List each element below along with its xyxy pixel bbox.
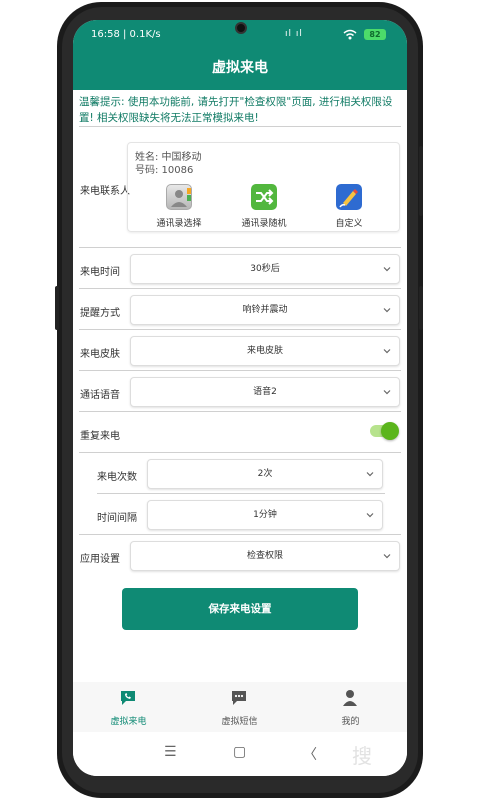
interval-select[interactable]: 1分钟 bbox=[147, 500, 383, 530]
chevron-down-icon bbox=[383, 267, 391, 272]
repeat-count-label: 来电次数 bbox=[97, 472, 137, 483]
contact-number: 号码: 10086 bbox=[135, 165, 194, 176]
front-camera bbox=[235, 22, 247, 34]
repeat-count-value: 2次 bbox=[257, 469, 273, 479]
contacts-select-label: 通讯录选择 bbox=[156, 219, 202, 229]
interval-value: 1分钟 bbox=[253, 510, 277, 520]
app-settings-label: 应用设置 bbox=[80, 554, 120, 565]
edit-pen-icon bbox=[336, 184, 362, 210]
app-settings-value: 检查权限 bbox=[246, 551, 283, 561]
nav-mine[interactable]: 我的 bbox=[295, 682, 406, 732]
notice-text: 温馨提示: 使用本功能前, 请先打开"检查权限"页面, 进行相关权限设置! 相关… bbox=[79, 96, 393, 124]
voice-label: 通话语音 bbox=[80, 390, 120, 401]
skin-select[interactable]: 来电皮肤 bbox=[130, 336, 400, 366]
divider bbox=[79, 329, 401, 330]
chevron-down-icon bbox=[383, 349, 391, 354]
divider bbox=[79, 411, 401, 412]
divider bbox=[79, 370, 401, 371]
side-button-left bbox=[55, 286, 59, 330]
toggle-knob bbox=[381, 422, 399, 440]
person-icon bbox=[343, 690, 357, 706]
chevron-down-icon bbox=[383, 390, 391, 395]
call-time-label: 来电时间 bbox=[80, 267, 120, 278]
voice-select[interactable]: 语音2 bbox=[130, 377, 400, 407]
nav-label: 我的 bbox=[341, 717, 360, 727]
custom-contact-label: 自定义 bbox=[335, 219, 363, 229]
home-icon[interactable]: ▢ bbox=[233, 744, 246, 760]
status-bar: 16:58 | 0.1K/s ıl ıl 82 bbox=[73, 20, 407, 50]
divider bbox=[79, 247, 401, 248]
signal-icon: ıl ıl bbox=[285, 29, 303, 39]
alert-mode-select[interactable]: 响铃并震动 bbox=[130, 295, 400, 325]
divider bbox=[79, 452, 401, 453]
repeat-call-label: 重复来电 bbox=[80, 431, 120, 442]
menu-icon[interactable]: ☰ bbox=[164, 744, 177, 760]
nav-label: 虚拟短信 bbox=[221, 717, 258, 727]
status-time: 16:58 | 0.1K/s bbox=[91, 29, 161, 40]
chevron-down-icon bbox=[383, 554, 391, 559]
screen: 16:58 | 0.1K/s ıl ıl 82 虚拟来电 温馨提示: 使用本功能… bbox=[73, 20, 407, 776]
contacts-random-label: 通讯录随机 bbox=[241, 219, 287, 229]
call-time-select[interactable]: 30秒后 bbox=[130, 254, 400, 284]
phone-chat-icon bbox=[121, 691, 135, 705]
back-icon[interactable]: 〈 bbox=[303, 744, 317, 764]
shuffle-icon bbox=[251, 184, 277, 210]
divider bbox=[79, 126, 401, 127]
battery-indicator: 82 bbox=[364, 29, 386, 40]
wifi-icon bbox=[343, 29, 357, 40]
alert-mode-label: 提醒方式 bbox=[80, 308, 120, 319]
contacts-book-icon bbox=[166, 184, 192, 210]
skin-value: 来电皮肤 bbox=[246, 346, 283, 356]
chevron-down-icon bbox=[383, 308, 391, 313]
skin-label: 来电皮肤 bbox=[80, 349, 120, 360]
app-bar: 虚拟来电 bbox=[73, 50, 407, 90]
call-time-value: 30秒后 bbox=[250, 264, 280, 274]
watermark-logo: 搜 bbox=[352, 744, 372, 768]
repeat-count-select[interactable]: 2次 bbox=[147, 459, 383, 489]
nav-virtual-sms[interactable]: 虚拟短信 bbox=[184, 682, 295, 732]
volume-button bbox=[419, 146, 423, 216]
power-button bbox=[419, 286, 423, 330]
sms-icon bbox=[232, 691, 246, 705]
chevron-down-icon bbox=[366, 472, 374, 477]
divider bbox=[97, 493, 385, 494]
nav-virtual-call[interactable]: 虚拟来电 bbox=[73, 682, 184, 732]
save-button[interactable]: 保存来电设置 bbox=[122, 588, 358, 630]
bottom-nav: 虚拟来电 虚拟短信 我的 bbox=[73, 682, 407, 732]
contact-label: 来电联系人 bbox=[80, 186, 130, 197]
voice-value: 语音2 bbox=[253, 387, 277, 397]
nav-label: 虚拟来电 bbox=[110, 717, 147, 727]
interval-label: 时间间隔 bbox=[97, 513, 137, 524]
page-title: 虚拟来电 bbox=[212, 60, 268, 76]
alert-mode-value: 响铃并震动 bbox=[242, 305, 288, 315]
divider bbox=[79, 534, 401, 535]
app-settings-select[interactable]: 检查权限 bbox=[130, 541, 400, 571]
divider bbox=[79, 288, 401, 289]
chevron-down-icon bbox=[366, 513, 374, 518]
